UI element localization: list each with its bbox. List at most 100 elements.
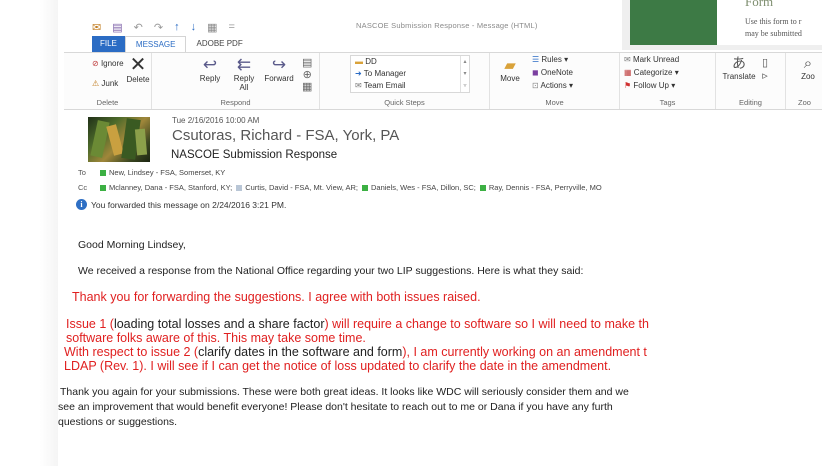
quick-step-to-manager[interactable]: ➜ To Manager (355, 69, 406, 78)
customize-icon[interactable]: = (228, 21, 234, 33)
cc-label: Cc (78, 183, 88, 192)
group-delete: ⊘ Ignore ⚠ Junk ✕ Delete Delete (64, 53, 152, 109)
tab-message[interactable]: MESSAGE (124, 36, 187, 52)
up-arrow-icon[interactable]: ↑ (174, 21, 180, 33)
group-label-tags: Tags (659, 98, 676, 107)
group-editing: あ Translate ▯ ▹ Editing (716, 53, 786, 109)
quick-step-to-manager-label: To Manager (363, 69, 407, 78)
categorize-button[interactable]: ▦ Categorize ▾ (624, 68, 679, 77)
quick-step-team-email-label: Team Email (363, 81, 406, 90)
redo-icon[interactable]: ↷ (154, 21, 163, 34)
rules-icon: ☰ (532, 55, 540, 64)
reply-all-label-2: All (239, 83, 249, 92)
junk-icon: ⚠ (92, 79, 100, 88)
editing-more-icons[interactable]: ▯ ▹ (762, 57, 768, 83)
ribbon: ⊘ Ignore ⚠ Junk ✕ Delete Delete ↩ Reply … (64, 52, 822, 110)
follow-up-button[interactable]: ⚑ Follow Up ▾ (624, 81, 675, 90)
presence-icon (100, 184, 106, 191)
quick-steps-gallery: ▬ DD ➜ To Manager ✉ Team Email ▴ ▾ ▿ (350, 55, 470, 93)
follow-up-label: Follow Up (633, 81, 669, 90)
reply-all-button[interactable]: ⇇ Reply All (230, 56, 258, 93)
move-button[interactable]: ▰ Move (494, 57, 526, 83)
mark-unread-icon: ✉ (624, 55, 631, 64)
envelope-icon: ✉ (355, 81, 362, 90)
tab-adobe-pdf[interactable]: ADOBE PDF (186, 36, 252, 52)
delete-icon: ✕ (129, 54, 147, 76)
background-document-heading: Form (745, 0, 774, 9)
recipient-cc[interactable]: Daniels, Wes - FSA, Dillon, SC; (371, 183, 476, 192)
mail-icon[interactable]: ✉ (92, 21, 101, 34)
respond-more-icons[interactable]: ▤ ⊕ ▦ (302, 57, 312, 93)
translate-label: Translate (722, 72, 756, 81)
to-row: To New, Lindsey - FSA, Somerset, KY (78, 168, 229, 177)
flag-icon: ⚑ (624, 81, 632, 90)
categorize-label: Categorize (633, 68, 673, 77)
group-quick-steps: ▬ DD ➜ To Manager ✉ Team Email ▴ ▾ ▿ Quick… (320, 53, 490, 109)
save-icon[interactable]: ▤ (112, 21, 122, 34)
background-document-banner (630, 0, 717, 45)
issue-2-topic: clarify dates in the software and form (198, 345, 403, 359)
recipient-to[interactable]: New, Lindsey - FSA, Somerset, KY (109, 168, 225, 177)
recipient-cc[interactable]: Curtis, David - FSA, Mt. View, AR; (245, 183, 358, 192)
body-quote-1: Thank you for forwarding the suggestions… (72, 290, 481, 304)
body-greeting: Good Morning Lindsey, (78, 239, 186, 251)
message-sender[interactable]: Csutoras, Richard - FSA, York, PA (172, 127, 399, 144)
junk-button[interactable]: ⚠ Junk (92, 79, 118, 88)
undo-icon[interactable]: ↶ (134, 21, 143, 34)
zoom-label: Zoo (801, 72, 815, 81)
move-label: Move (500, 74, 520, 83)
group-tags: ✉ Mark Unread ▦ Categorize ▾ ⚑ Follow Up… (620, 53, 716, 109)
zoom-button[interactable]: ⌕ Zoo (794, 55, 822, 81)
magnifier-icon: ⌕ (803, 55, 813, 72)
presence-icon (362, 184, 368, 191)
rules-label: Rules (541, 55, 562, 64)
group-move: ▰ Move ☰ Rules ▾ ◼ OneNote ⊡ Actions ▾ M… (490, 53, 620, 109)
body-issue-2-cont: LDAP (Rev. 1). I will see if I can get t… (64, 359, 612, 373)
categorize-icon: ▦ (624, 68, 632, 77)
down-arrow-icon[interactable]: ↓ (191, 21, 197, 33)
quick-step-dd[interactable]: ▬ DD (355, 57, 377, 66)
translate-button[interactable]: あ Translate (720, 55, 758, 81)
recipient-cc[interactable]: Ray, Dennis - FSA, Perryville, MO (489, 183, 602, 192)
quick-step-dd-label: DD (365, 57, 377, 66)
body-intro: We received a response from the National… (78, 265, 584, 277)
print-icon[interactable]: ▦ (207, 21, 217, 34)
onenote-icon: ◼ (532, 68, 539, 77)
reply-icon: ↩ (202, 55, 218, 74)
actions-icon: ⊡ (532, 81, 539, 90)
issue-1-lead: Issue 1 ( (66, 317, 114, 331)
quick-steps-scroll[interactable]: ▴ ▾ ▿ (460, 56, 469, 92)
onenote-button[interactable]: ◼ OneNote (532, 68, 573, 77)
issue-1-topic: loading total losses and a share factor (113, 317, 325, 331)
body-issue-1-cont: software folks aware of this. This may t… (66, 331, 366, 345)
recipient-cc[interactable]: Mclanney, Dana - FSA, Stanford, KY; (109, 183, 232, 192)
mark-unread-button[interactable]: ✉ Mark Unread (624, 55, 679, 64)
forwarded-note: You forwarded this message on 2/24/2016 … (91, 199, 287, 210)
forwarded-infobar: i You forwarded this message on 2/24/201… (76, 199, 286, 210)
background-document-text: Use this form to r (745, 17, 802, 26)
body-issue-1: Issue 1 (loading total losses and a shar… (66, 317, 649, 331)
forward-button[interactable]: ↪ Forward (260, 56, 298, 84)
quick-access-toolbar: ✉ ▤ ↶ ↷ ↑ ↓ ▦ = (92, 18, 235, 36)
reply-button[interactable]: ↩ Reply (196, 55, 224, 84)
issue-2-rest: ), I am currently working on an amendmen… (402, 345, 647, 359)
presence-icon (236, 184, 243, 191)
rules-button[interactable]: ☰ Rules ▾ (532, 55, 568, 64)
window-title: NASCOE Submission Response - Message (HT… (356, 21, 538, 30)
quick-step-team-email[interactable]: ✉ Team Email (355, 81, 406, 90)
tab-file[interactable]: FILE (92, 36, 125, 52)
group-respond: ↩ Reply ⇇ Reply All ↪ Forward ▤ ⊕ ▦ Respon… (152, 53, 320, 109)
group-label-zoom: Zoo (798, 98, 811, 107)
group-label-respond: Respond (220, 98, 251, 107)
sender-photo (88, 117, 150, 162)
mark-unread-label: Mark Unread (632, 55, 680, 64)
ribbon-tabs: FILE MESSAGE ADOBE PDF (92, 36, 253, 52)
group-label-delete: Delete (96, 98, 119, 107)
actions-button[interactable]: ⊡ Actions ▾ (532, 81, 573, 90)
cc-row: Cc Mclanney, Dana - FSA, Stanford, KY; C… (78, 183, 606, 192)
to-label: To (78, 168, 86, 177)
delete-button[interactable]: ✕ Delete (124, 55, 152, 84)
ignore-button[interactable]: ⊘ Ignore (92, 59, 124, 68)
delete-label: Delete (126, 75, 150, 84)
edge-fade (806, 110, 822, 466)
